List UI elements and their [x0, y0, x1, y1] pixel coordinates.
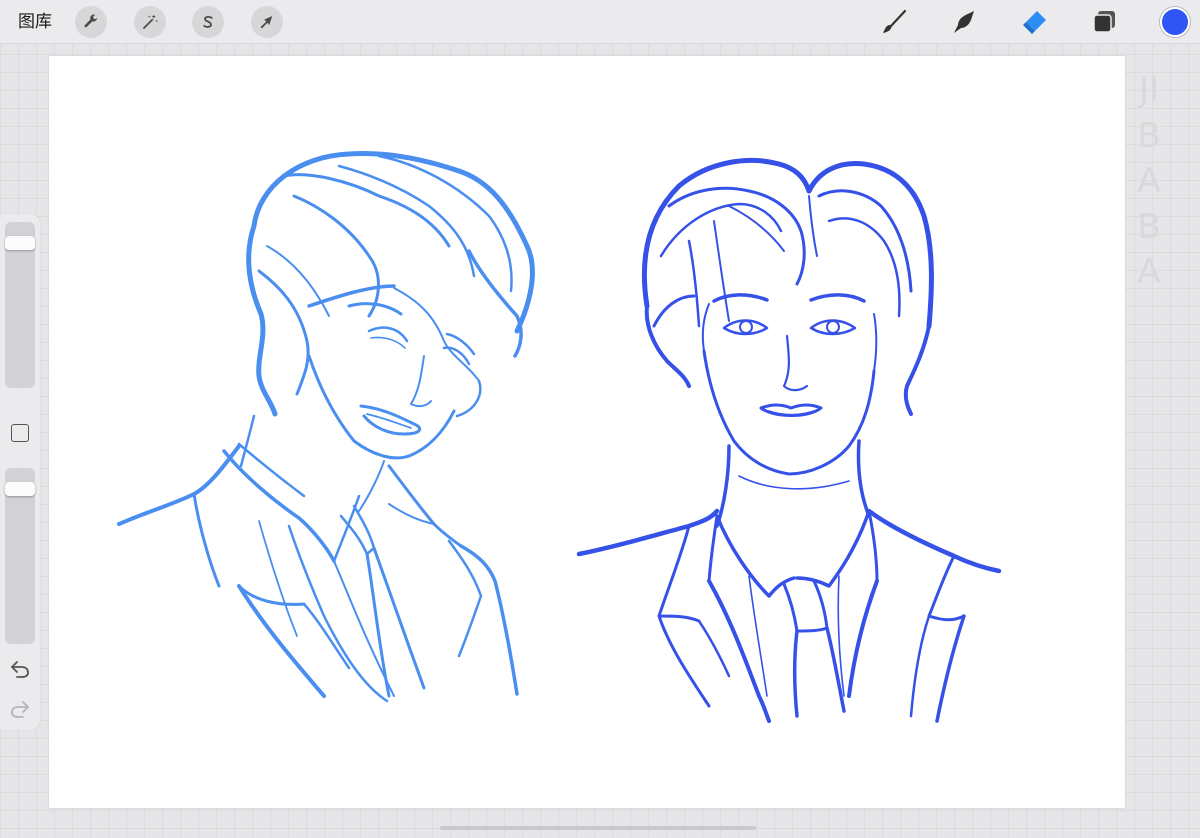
eraser-button[interactable]: [1018, 6, 1050, 38]
smudge-finger-icon: [954, 11, 974, 33]
arrow-cursor-icon: [260, 16, 273, 29]
layers-icon: [1093, 11, 1115, 33]
redo-arrow-icon: [11, 701, 29, 718]
redo-button[interactable]: [9, 698, 31, 720]
brush-icon: [883, 9, 907, 33]
color-picker-button[interactable]: [1160, 7, 1190, 37]
selection-s-icon: [203, 15, 213, 28]
side-toolbar: [0, 214, 40, 730]
layers-button[interactable]: [1088, 6, 1120, 38]
smudge-button[interactable]: [948, 6, 980, 38]
wrench-icon: [84, 14, 98, 28]
adjustments-button[interactable]: [134, 6, 166, 38]
left-portrait-sketch: [117, 150, 535, 703]
right-portrait-sketch: [576, 157, 1002, 723]
selection-button[interactable]: [192, 6, 224, 38]
drawing-canvas[interactable]: [49, 56, 1125, 808]
transform-button[interactable]: [251, 6, 283, 38]
opacity-slider[interactable]: [5, 468, 35, 644]
brush-button[interactable]: [878, 6, 910, 38]
actions-button[interactable]: [75, 6, 107, 38]
gallery-button[interactable]: 图库: [18, 9, 52, 35]
undo-button[interactable]: [9, 658, 31, 680]
undo-arrow-icon: [11, 661, 29, 678]
home-indicator: [440, 826, 756, 830]
canvas-artwork: [117, 150, 1002, 723]
eraser-icon: [1023, 11, 1046, 34]
magic-wand-icon: [143, 14, 159, 29]
brush-size-thumb[interactable]: [5, 236, 35, 250]
modify-square-button[interactable]: [11, 424, 29, 442]
watermark-text: JIBABA: [1137, 70, 1161, 292]
top-toolbar: 图库: [0, 0, 1200, 44]
brush-size-slider[interactable]: [5, 222, 35, 388]
opacity-thumb[interactable]: [5, 482, 35, 496]
